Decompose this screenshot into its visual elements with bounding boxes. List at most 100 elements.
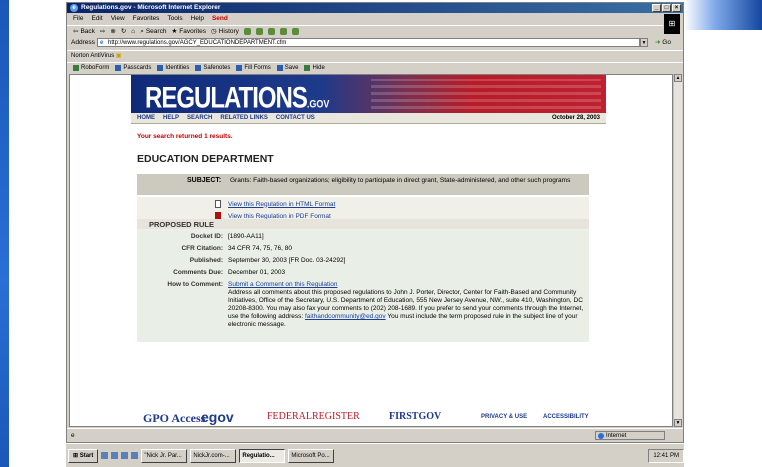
windows-logo-icon: ⊞ xyxy=(664,14,680,34)
close-button[interactable]: × xyxy=(672,4,681,12)
site-date: October 28, 2003 xyxy=(551,115,600,121)
status-ie-icon: e xyxy=(71,432,75,439)
back-icon: ⇦ xyxy=(73,27,79,35)
messenger-button[interactable] xyxy=(291,26,299,36)
passcards-label: Passcards xyxy=(123,64,152,71)
forward-icon: ⇨ xyxy=(99,27,106,35)
quicklaunch-desktop-icon[interactable] xyxy=(111,452,119,459)
ie-icon: e xyxy=(70,4,78,12)
safenotes-button[interactable]: Safenotes xyxy=(195,63,230,73)
egov-logo[interactable]: egov xyxy=(201,409,234,425)
favorites-button[interactable]: ★ Favorites xyxy=(171,26,206,36)
privacy-link[interactable]: PRIVACY & USE xyxy=(481,414,527,420)
menu-view[interactable]: View xyxy=(111,14,125,24)
address-dropdown-icon[interactable]: ▼ xyxy=(640,38,648,47)
nav-search[interactable]: SEARCH xyxy=(187,113,212,123)
back-button[interactable]: ⇦ Back xyxy=(73,26,95,36)
rule-details: Docket ID: [1890-AA11] CFR Citation: 34 … xyxy=(137,230,589,342)
regulations-page: REGULATIONS.GOV HOME HELP SEARCH RELATED… xyxy=(131,75,606,426)
roboform-button[interactable]: RoboForm xyxy=(73,63,109,73)
fill-forms-icon xyxy=(236,65,243,71)
quicklaunch-media-icon[interactable] xyxy=(131,452,139,459)
menu-bar: File Edit View Favorites Tools Help Send xyxy=(67,14,683,24)
comments-due-value: December 01, 2003 xyxy=(228,269,286,276)
fill-forms-label: Fill Forms xyxy=(244,64,271,71)
accessibility-link[interactable]: ACCESSIBILITY xyxy=(543,414,589,420)
save-label: Save xyxy=(284,64,299,71)
system-tray: 12:41 PM xyxy=(648,448,684,463)
edit-button[interactable] xyxy=(267,26,275,36)
vertical-scrollbar[interactable]: ▲ ▼ xyxy=(673,74,682,427)
start-button[interactable]: ⊞ Start xyxy=(68,448,99,463)
logo-main-text: REGULATIONS xyxy=(145,81,308,115)
nav-help[interactable]: HELP xyxy=(163,113,179,123)
document-icon xyxy=(215,200,221,208)
start-label: Start xyxy=(79,452,94,459)
minimize-button[interactable]: _ xyxy=(652,4,661,12)
quicklaunch-ie-icon[interactable] xyxy=(101,452,109,459)
scroll-up-icon[interactable]: ▲ xyxy=(674,74,682,82)
safenotes-icon xyxy=(195,65,202,71)
federal-register-logo[interactable]: FEDERALREGISTER xyxy=(267,411,360,422)
menu-tools[interactable]: Tools xyxy=(167,14,182,24)
task-nickjr-parents[interactable]: "Nick Jr. Par... xyxy=(141,448,188,463)
history-button[interactable]: ◷ History xyxy=(211,26,239,36)
maximize-button[interactable]: □ xyxy=(662,4,671,12)
search-button[interactable]: ⌕ Search xyxy=(140,26,166,36)
home-button[interactable]: ⌂ xyxy=(131,26,135,36)
proposed-rule-heading: PROPOSED RULE xyxy=(149,220,215,229)
address-label: Address xyxy=(71,39,95,46)
nav-home[interactable]: HOME xyxy=(137,113,155,123)
tray-clock[interactable]: 12:41 PM xyxy=(653,453,679,459)
how-to-comment-value: Submit a Comment on this Regulation Addr… xyxy=(228,281,588,329)
identities-button[interactable]: Identities xyxy=(157,63,189,73)
norton-shield-icon: ▣ xyxy=(115,53,122,59)
gpo-access-logo[interactable]: GPO Access xyxy=(143,411,205,426)
print-button[interactable] xyxy=(255,26,263,36)
passcards-button[interactable]: Passcards xyxy=(115,63,151,73)
html-format-link[interactable]: View this Regulation in HTML Format xyxy=(215,200,335,208)
mail-icon xyxy=(243,27,251,35)
menu-help[interactable]: Help xyxy=(191,14,204,24)
forward-button[interactable]: ⇨ xyxy=(100,26,105,36)
firstgov-logo[interactable]: FIRSTGOV xyxy=(389,411,441,422)
comments-due-label: Comments Due: xyxy=(173,269,223,276)
history-label: History xyxy=(218,27,239,35)
menu-file[interactable]: File xyxy=(73,14,83,24)
submit-comment-link[interactable]: Submit a Comment on this Regulation xyxy=(228,281,337,288)
task-nickjr[interactable]: NickJr.com-... xyxy=(190,448,237,463)
stop-button[interactable]: ⊗ xyxy=(110,26,115,36)
docket-value: [1890-AA11] xyxy=(228,233,264,240)
menu-send[interactable]: Send xyxy=(212,14,228,24)
discuss-button[interactable] xyxy=(279,26,287,36)
save-button[interactable]: Save xyxy=(276,63,299,73)
nav-related-links[interactable]: RELATED LINKS xyxy=(220,113,268,123)
search-label: Search xyxy=(145,27,167,35)
scroll-down-icon[interactable]: ▼ xyxy=(674,419,682,427)
subject-value: Grants: Faith-based organizations; eligi… xyxy=(230,177,571,184)
refresh-button[interactable]: ↻ xyxy=(121,26,126,36)
norton-label[interactable]: Norton AntiVirus xyxy=(71,53,114,59)
stop-icon: ⊗ xyxy=(110,27,116,35)
identities-icon xyxy=(157,65,164,71)
comment-email-link[interactable]: faithandcommunity@ed.gov xyxy=(305,313,386,320)
cfr-label: CFR Citation: xyxy=(181,245,223,252)
docket-label: Docket ID: xyxy=(190,233,223,240)
roboform-label: RoboForm xyxy=(81,64,110,71)
go-label: Go xyxy=(662,39,671,46)
task-regulations[interactable]: Regulatio... xyxy=(239,448,286,463)
fill-forms-button[interactable]: Fill Forms xyxy=(236,63,271,73)
security-zone: Internet xyxy=(595,431,665,440)
go-button[interactable]: ➜ Go xyxy=(655,37,671,49)
nav-contact-us[interactable]: CONTACT US xyxy=(276,113,315,123)
hide-button[interactable]: Hide xyxy=(304,63,325,73)
roboform-icon xyxy=(73,65,79,71)
task-powerpoint[interactable]: Microsoft Po... xyxy=(288,448,335,463)
address-input[interactable]: http://www.regulations.gov/AGCY_EDUCATIO… xyxy=(97,38,640,47)
quicklaunch-mail-icon[interactable] xyxy=(121,452,129,459)
hide-icon xyxy=(304,65,311,71)
mail-button[interactable] xyxy=(243,26,251,36)
subject-box: SUBJECT: Grants: Faith-based organizatio… xyxy=(137,174,589,195)
menu-favorites[interactable]: Favorites xyxy=(133,14,160,24)
menu-edit[interactable]: Edit xyxy=(91,14,102,24)
